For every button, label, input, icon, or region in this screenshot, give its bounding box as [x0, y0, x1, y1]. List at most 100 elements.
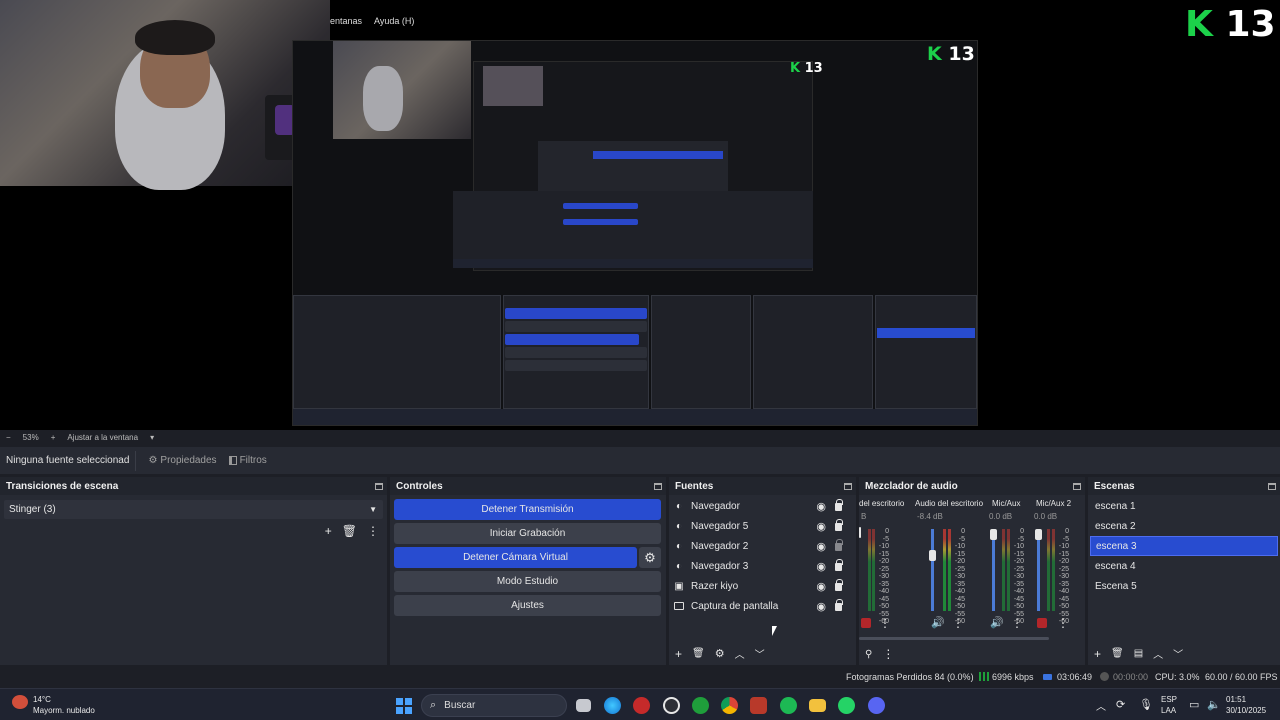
task-view-icon[interactable]: [576, 699, 591, 712]
zoom-dropdown-icon[interactable]: ▾: [150, 433, 154, 442]
scene-item[interactable]: escena 1: [1090, 496, 1278, 516]
scene-item[interactable]: escena 2: [1090, 516, 1278, 536]
volume-fader-knob[interactable]: [990, 529, 997, 540]
lock-icon[interactable]: [835, 599, 843, 611]
lang-primary[interactable]: ESP: [1161, 695, 1177, 704]
lock-icon[interactable]: [835, 499, 843, 511]
xbox-icon[interactable]: [692, 697, 709, 714]
undock-icon[interactable]: [1268, 482, 1276, 490]
zoom-out-button[interactable]: −: [6, 433, 11, 442]
add-scene-icon[interactable]: +: [1094, 647, 1101, 661]
source-item[interactable]: ▣ Razer kiyo ◉: [673, 576, 852, 596]
eye-icon[interactable]: ◉: [816, 600, 826, 613]
volume-fader[interactable]: [1037, 529, 1040, 611]
red-app-icon[interactable]: [633, 697, 650, 714]
stop-virtual-camera-button[interactable]: Detener Cámara Virtual: [394, 547, 637, 568]
game-icon[interactable]: [750, 697, 767, 714]
clock-time[interactable]: 01:51: [1226, 695, 1246, 704]
add-transition-icon[interactable]: +: [325, 524, 332, 538]
folder-icon[interactable]: [809, 699, 826, 712]
link-icon[interactable]: ⚲: [865, 649, 872, 660]
scene-item-selected[interactable]: escena 3: [1090, 536, 1278, 556]
weather-icon[interactable]: [12, 695, 28, 709]
fit-window-button[interactable]: Ajustar a la ventana: [67, 433, 138, 442]
volume-fader-knob[interactable]: [929, 550, 936, 561]
source-item[interactable]: ◐ Navegador ◉: [673, 496, 852, 516]
microphone-icon[interactable]: 🎙: [1139, 698, 1153, 711]
more-options-icon[interactable]: ⋮: [879, 616, 891, 630]
source-item[interactable]: Captura de pantalla ◉: [673, 596, 852, 616]
tray-chevron-icon[interactable]: ︿: [1096, 698, 1106, 713]
move-down-icon[interactable]: ﹀: [1173, 646, 1183, 661]
source-item[interactable]: ◐ Navegador 3 ◉: [673, 556, 852, 576]
properties-button[interactable]: ⚙ Propiedades: [142, 452, 222, 469]
spotify-icon[interactable]: [780, 697, 797, 714]
lock-icon[interactable]: [835, 579, 843, 591]
trash-icon[interactable]: 🗑: [342, 524, 357, 538]
lang-secondary[interactable]: LAA: [1161, 706, 1176, 715]
volume-fader[interactable]: [931, 529, 934, 611]
muted-speaker-icon[interactable]: [861, 618, 871, 628]
undock-icon[interactable]: [654, 482, 662, 490]
scene-item[interactable]: Escena 5: [1090, 576, 1278, 596]
more-options-icon[interactable]: ⋮: [1011, 616, 1023, 630]
speaker-icon[interactable]: 🔊: [931, 616, 945, 629]
undock-icon[interactable]: [375, 482, 383, 490]
zoom-in-button[interactable]: +: [51, 433, 56, 442]
volume-fader-knob[interactable]: [859, 527, 861, 538]
more-options-icon[interactable]: ⋮: [882, 647, 894, 661]
transition-select[interactable]: Stinger (3) ▼: [4, 500, 383, 519]
edge-icon[interactable]: [604, 697, 621, 714]
lock-icon[interactable]: [835, 559, 843, 571]
source-item[interactable]: ◐ Navegador 2 ◉: [673, 536, 852, 556]
eye-icon[interactable]: ◉: [816, 520, 826, 533]
eye-icon[interactable]: ◉: [816, 580, 826, 593]
lock-icon[interactable]: [835, 519, 843, 531]
monitor-icon[interactable]: ▭: [1189, 698, 1199, 711]
menu-help[interactable]: Ayuda (H): [374, 16, 414, 32]
start-recording-button[interactable]: Iniciar Grabación: [394, 523, 661, 544]
temperature[interactable]: 14°C: [33, 695, 51, 704]
unlock-icon[interactable]: [835, 539, 843, 551]
eye-icon[interactable]: ◉: [816, 540, 826, 553]
speaker-icon[interactable]: 🔈: [1207, 698, 1221, 711]
volume-fader[interactable]: [992, 529, 995, 611]
filters-button[interactable]: Filtros: [223, 452, 273, 469]
chrome-icon[interactable]: [721, 697, 738, 714]
more-options-icon[interactable]: ⋮: [367, 524, 379, 538]
stop-stream-button[interactable]: Detener Transmisión: [394, 499, 661, 520]
eye-icon[interactable]: ◉: [816, 500, 826, 513]
sync-icon[interactable]: ⟳: [1116, 698, 1125, 711]
horizontal-scrollbar[interactable]: [859, 637, 1049, 640]
add-source-icon[interactable]: +: [675, 647, 682, 661]
discord-icon[interactable]: [868, 697, 885, 714]
muted-speaker-icon[interactable]: [1037, 618, 1047, 628]
scene-item[interactable]: escena 4: [1090, 556, 1278, 576]
trash-icon[interactable]: 🗑: [692, 648, 705, 659]
whatsapp-icon[interactable]: [838, 697, 855, 714]
move-up-icon[interactable]: ︿: [735, 646, 745, 661]
undock-icon[interactable]: [844, 482, 852, 490]
undock-icon[interactable]: [1073, 482, 1081, 490]
windows-start-icon[interactable]: [396, 698, 412, 714]
eye-icon[interactable]: ◉: [816, 560, 826, 573]
speaker-icon[interactable]: 🔊: [990, 616, 1004, 629]
trash-icon[interactable]: 🗑: [1111, 648, 1124, 659]
obs-icon[interactable]: [663, 697, 680, 714]
more-options-icon[interactable]: ⋮: [952, 616, 964, 630]
preview-canvas[interactable]: entanas Ayuda (H) K 13 K 13 K 13: [0, 0, 1280, 430]
taskbar-search[interactable]: ⌕ Buscar: [421, 694, 567, 717]
source-item[interactable]: ◐ Navegador 5 ◉: [673, 516, 852, 536]
gear-icon[interactable]: ⚙: [715, 647, 725, 660]
settings-button[interactable]: Ajustes: [394, 595, 661, 616]
scene-filter-icon[interactable]: ▤: [1134, 648, 1143, 659]
clock-date[interactable]: 30/10/2025: [1226, 706, 1266, 715]
weather-text[interactable]: Mayorm. nublado: [33, 706, 95, 715]
studio-mode-button[interactable]: Modo Estudio: [394, 571, 661, 592]
volume-fader-knob[interactable]: [1035, 529, 1042, 540]
move-down-icon[interactable]: ﹀: [755, 646, 765, 661]
more-options-icon[interactable]: ⋮: [1057, 616, 1069, 630]
move-up-icon[interactable]: ︿: [1153, 646, 1163, 661]
menu-windows[interactable]: entanas: [330, 16, 362, 32]
virtual-camera-settings-button[interactable]: ⚙: [639, 547, 661, 568]
